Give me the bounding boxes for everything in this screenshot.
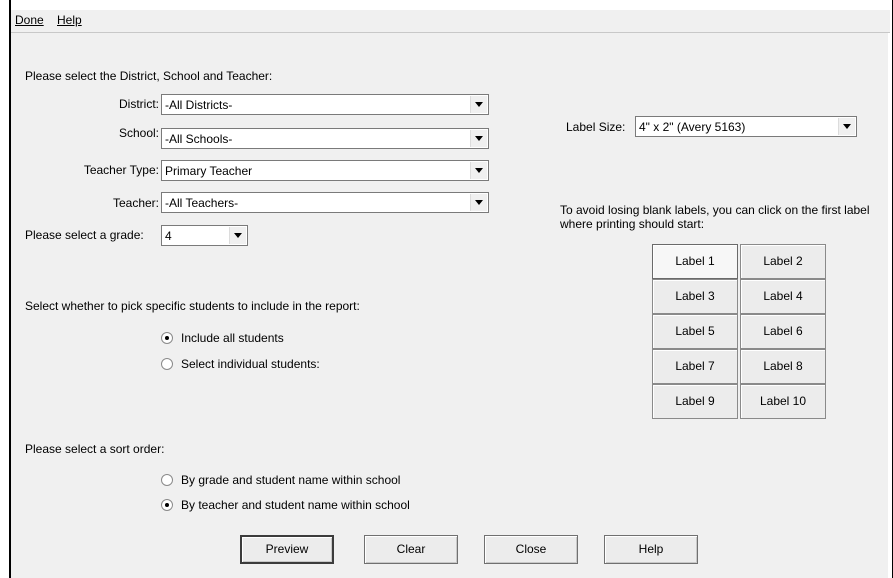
- label-4-button[interactable]: Label 4: [740, 279, 826, 314]
- sort-by-teacher-label: By teacher and student name within schoo…: [181, 498, 410, 512]
- select-individual-students-label: Select individual students:: [181, 357, 320, 371]
- include-all-students-label: Include all students: [181, 331, 284, 345]
- teacher-type-label: Teacher Type:: [83, 163, 159, 177]
- label-6-button[interactable]: Label 6: [740, 314, 826, 349]
- menu-help[interactable]: Help: [57, 13, 82, 27]
- school-select[interactable]: -All Schools-: [161, 128, 489, 149]
- chevron-down-icon[interactable]: [838, 118, 855, 135]
- menu-help-label: Help: [57, 13, 82, 27]
- radio-unchecked-icon[interactable]: [161, 474, 173, 486]
- school-label: School:: [118, 126, 159, 140]
- teacher-value: -All Teachers-: [165, 196, 239, 210]
- students-heading: Select whether to pick specific students…: [25, 299, 360, 313]
- radio-unchecked-icon[interactable]: [161, 358, 173, 370]
- label-5-button[interactable]: Label 5: [652, 314, 738, 349]
- label-9-button[interactable]: Label 9: [652, 384, 738, 419]
- grade-label: Please select a grade:: [25, 228, 144, 242]
- school-value: -All Schools-: [165, 132, 233, 146]
- chevron-down-icon[interactable]: [470, 130, 487, 147]
- teacher-label: Teacher:: [112, 196, 159, 210]
- help-button[interactable]: Help: [604, 535, 698, 564]
- label-10-button[interactable]: Label 10: [740, 384, 826, 419]
- district-select[interactable]: -All Districts-: [161, 94, 489, 115]
- grade-select[interactable]: 4: [161, 225, 248, 246]
- teacher-select[interactable]: -All Teachers-: [161, 192, 489, 213]
- select-individual-students-option[interactable]: Select individual students:: [161, 357, 361, 373]
- preview-button[interactable]: Preview: [240, 535, 334, 564]
- menu-bar: Done Help: [11, 10, 890, 33]
- chevron-down-icon[interactable]: [470, 96, 487, 113]
- radio-checked-icon[interactable]: [161, 499, 173, 511]
- report-form: Please select the District, School and T…: [11, 33, 888, 578]
- menu-done-label: Done: [15, 13, 44, 27]
- clear-button[interactable]: Clear: [364, 535, 458, 564]
- label-start-instructions-line2: where printing should start:: [560, 217, 705, 231]
- label-1-button[interactable]: Label 1: [652, 244, 738, 279]
- label-3-button[interactable]: Label 3: [652, 279, 738, 314]
- close-button[interactable]: Close: [484, 535, 578, 564]
- grade-value: 4: [165, 229, 172, 243]
- label-start-instructions-line1: To avoid losing blank labels, you can cl…: [560, 203, 870, 217]
- sort-by-grade-option[interactable]: By grade and student name within school: [161, 473, 441, 489]
- label-size-value: 4" x 2" (Avery 5163): [639, 120, 746, 134]
- label-7-button[interactable]: Label 7: [652, 349, 738, 384]
- sort-by-teacher-option[interactable]: By teacher and student name within schoo…: [161, 498, 451, 514]
- teacher-type-select[interactable]: Primary Teacher: [161, 160, 489, 181]
- label-size-label: Label Size:: [566, 120, 626, 134]
- district-label: District:: [119, 97, 159, 111]
- menu-done[interactable]: Done: [15, 13, 44, 27]
- label-2-button[interactable]: Label 2: [740, 244, 826, 279]
- chevron-down-icon[interactable]: [470, 162, 487, 179]
- label-size-select[interactable]: 4" x 2" (Avery 5163): [635, 116, 857, 137]
- selection-heading: Please select the District, School and T…: [25, 69, 273, 83]
- label-8-button[interactable]: Label 8: [740, 349, 826, 384]
- teacher-type-value: Primary Teacher: [165, 164, 253, 178]
- district-value: -All Districts-: [165, 98, 233, 112]
- chevron-down-icon[interactable]: [229, 227, 246, 244]
- radio-checked-icon[interactable]: [161, 332, 173, 344]
- include-all-students-option[interactable]: Include all students: [161, 331, 361, 347]
- sort-by-grade-label: By grade and student name within school: [181, 473, 401, 487]
- sort-heading: Please select a sort order:: [25, 442, 165, 456]
- chevron-down-icon[interactable]: [470, 194, 487, 211]
